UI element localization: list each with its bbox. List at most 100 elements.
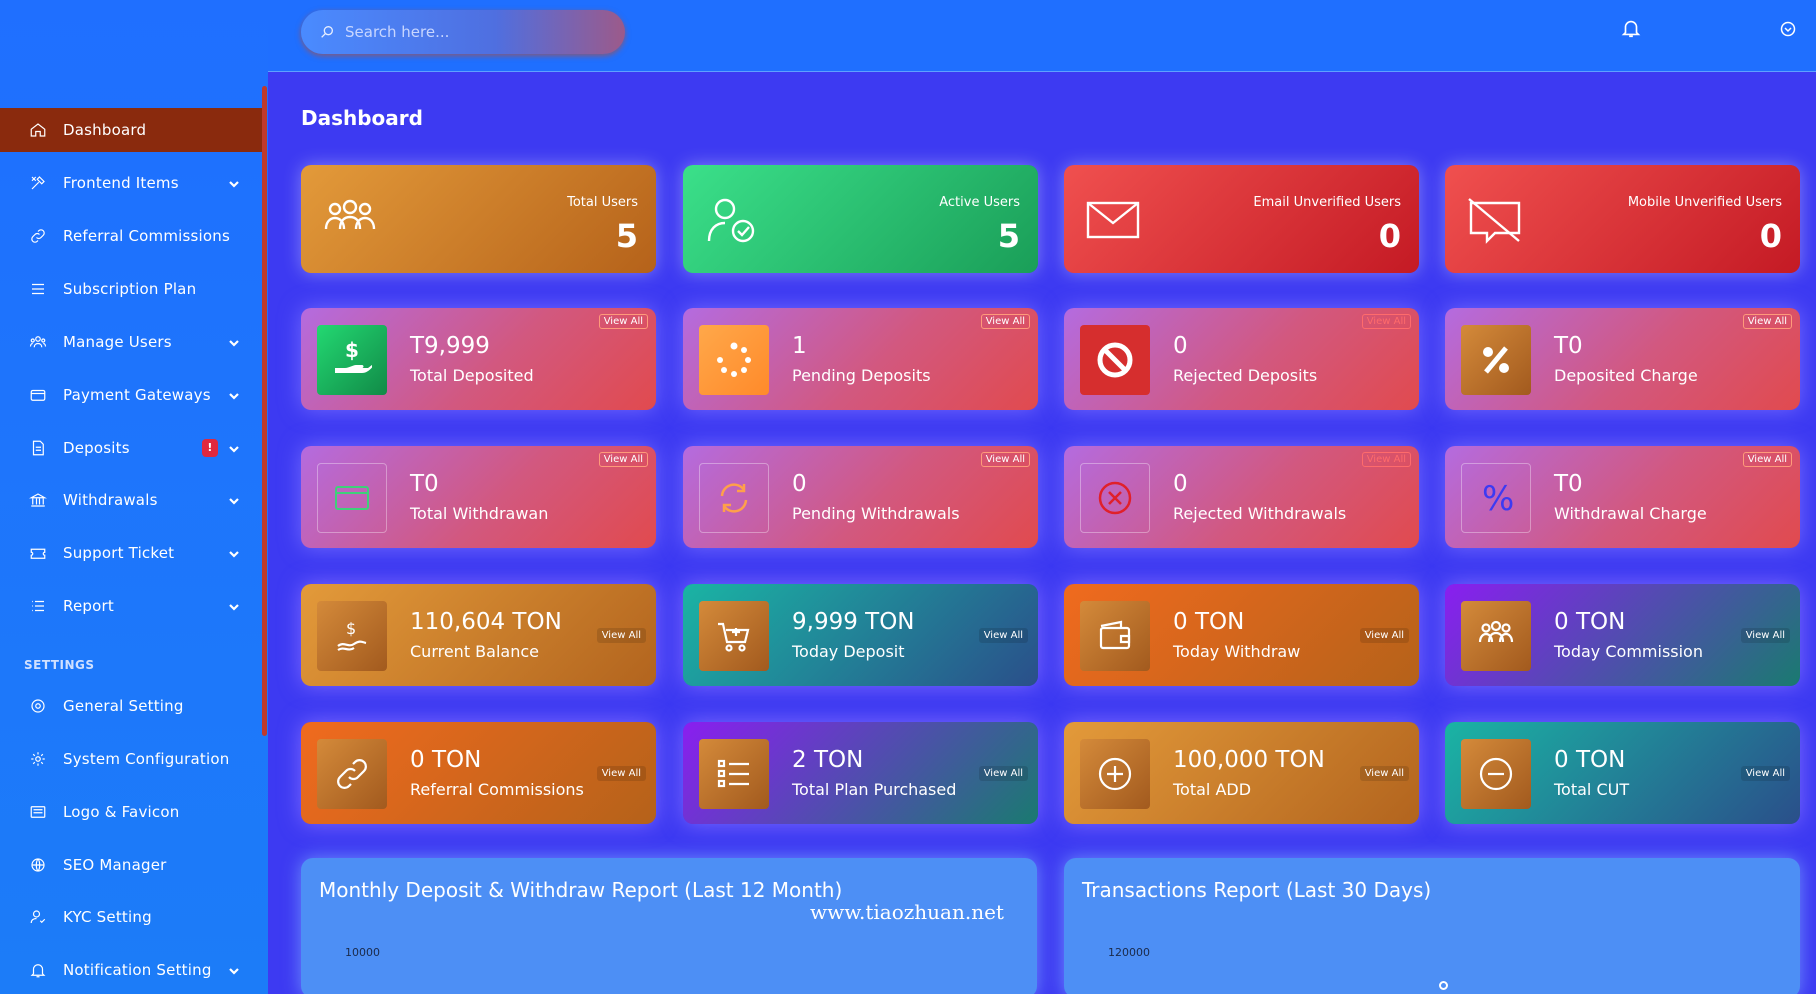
card-label: Active Users xyxy=(939,195,1020,210)
sidebar-item-subscription-plan[interactable]: Subscription Plan xyxy=(0,267,262,311)
view-all-button[interactable]: View All xyxy=(596,628,646,643)
card-label: Today Commission xyxy=(1554,642,1703,661)
total-add-card[interactable]: 100,000 TON Total ADD View All xyxy=(1064,722,1419,824)
total-users-card[interactable]: Total Users 5 xyxy=(301,165,656,273)
sidebar-item-logo-favicon[interactable]: Logo & Favicon xyxy=(0,790,262,834)
spinner-icon xyxy=(699,325,769,395)
sidebar-item-manage-users[interactable]: Manage Users xyxy=(0,320,262,364)
rejected-deposits-card[interactable]: 0 Rejected Deposits View All xyxy=(1064,308,1419,410)
link-icon xyxy=(317,739,387,809)
home-icon xyxy=(28,120,48,140)
link-icon xyxy=(28,226,48,246)
sidebar-item-label: Referral Commissions xyxy=(63,227,231,245)
card-value: T0 xyxy=(1554,333,1583,359)
today-commission-card[interactable]: 0 TON Today Commission View All xyxy=(1445,584,1800,686)
card-value: T0 xyxy=(410,471,439,497)
wallet-icon xyxy=(1080,601,1150,671)
watermark-text: www.tiaozhuan.net xyxy=(810,900,1004,924)
view-all-button[interactable]: View All xyxy=(1361,314,1411,329)
email-unverified-card[interactable]: Email Unverified Users 0 xyxy=(1064,165,1419,273)
user-menu-chevron-icon[interactable] xyxy=(1780,21,1796,37)
sidebar-item-label: Withdrawals xyxy=(63,491,158,509)
chevron-down-icon xyxy=(228,176,240,188)
search-input[interactable] xyxy=(345,23,615,41)
card-label: Rejected Deposits xyxy=(1173,366,1318,385)
view-all-button[interactable]: View All xyxy=(980,452,1030,467)
view-all-button[interactable]: View All xyxy=(1359,766,1409,781)
mobile-unverified-card[interactable]: Mobile Unverified Users 0 xyxy=(1445,165,1800,273)
sidebar-item-label: Deposits xyxy=(63,439,130,457)
view-all-button[interactable]: View All xyxy=(1361,452,1411,467)
sidebar-logo[interactable] xyxy=(0,0,268,108)
sidebar-item-label: Manage Users xyxy=(63,333,172,351)
notification-bell-icon[interactable] xyxy=(1620,16,1642,40)
view-all-button[interactable]: View All xyxy=(1740,628,1790,643)
card-value: T0 xyxy=(1554,471,1583,497)
x-circle-icon xyxy=(1080,463,1150,533)
sidebar-item-frontend-items[interactable]: Frontend Items xyxy=(0,161,262,205)
chevron-down-icon xyxy=(228,599,240,611)
users-group-icon xyxy=(1461,601,1531,671)
today-withdraw-card[interactable]: 0 TON Today Withdraw View All xyxy=(1064,584,1419,686)
sidebar-item-dashboard[interactable]: Dashboard xyxy=(0,108,262,152)
total-withdrawn-card[interactable]: T0 Total Withdrawan View All xyxy=(301,446,656,548)
sidebar-item-seo-manager[interactable]: SEO Manager xyxy=(0,843,262,887)
sidebar-item-withdrawals[interactable]: Withdrawals xyxy=(0,478,262,522)
card-value: 2 TON xyxy=(792,747,864,773)
refresh-icon xyxy=(699,463,769,533)
sidebar-item-referral-commissions[interactable]: Referral Commissions xyxy=(0,214,262,258)
chevron-down-icon xyxy=(228,388,240,400)
percent-icon: % xyxy=(1461,463,1531,533)
card-value: T9,999 xyxy=(410,333,490,359)
withdrawal-charge-card[interactable]: % T0 Withdrawal Charge View All xyxy=(1445,446,1800,548)
card-value: 1 xyxy=(792,333,807,359)
chart-title: Monthly Deposit & Withdraw Report (Last … xyxy=(319,878,843,902)
page-title: Dashboard xyxy=(301,106,423,130)
sidebar-item-system-configuration[interactable]: System Configuration xyxy=(0,737,262,781)
view-all-button[interactable]: View All xyxy=(596,766,646,781)
sidebar-item-general-setting[interactable]: General Setting xyxy=(0,684,262,728)
active-users-card[interactable]: Active Users 5 xyxy=(683,165,1038,273)
sidebar-item-payment-gateways[interactable]: Payment Gateways xyxy=(0,373,262,417)
hand-dollar-icon: $ xyxy=(317,325,387,395)
card-label: Today Deposit xyxy=(792,642,905,661)
chevron-down-icon xyxy=(228,546,240,558)
sidebar-item-label: KYC Setting xyxy=(63,908,152,926)
total-cut-card[interactable]: 0 TON Total CUT View All xyxy=(1445,722,1800,824)
rejected-withdrawals-card[interactable]: 0 Rejected Withdrawals View All xyxy=(1064,446,1419,548)
view-all-button[interactable]: View All xyxy=(598,452,648,467)
referral-commissions-card[interactable]: 0 TON Referral Commissions View All xyxy=(301,722,656,824)
today-deposit-card[interactable]: 9,999 TON Today Deposit View All xyxy=(683,584,1038,686)
view-all-button[interactable]: View All xyxy=(1740,766,1790,781)
view-all-button[interactable]: View All xyxy=(978,766,1028,781)
user-check-icon xyxy=(28,907,48,927)
svg-text:$: $ xyxy=(346,619,356,638)
card-label: Total Users xyxy=(567,195,638,210)
sidebar-item-label: Frontend Items xyxy=(63,174,179,192)
sidebar-item-support-ticket[interactable]: Support Ticket xyxy=(0,531,262,575)
sidebar-scrollbar[interactable] xyxy=(262,86,267,736)
plus-circle-icon xyxy=(1080,739,1150,809)
view-all-button[interactable]: View All xyxy=(1742,314,1792,329)
list-ul-icon xyxy=(28,596,48,616)
deposited-charge-card[interactable]: T0 Deposited Charge View All xyxy=(1445,308,1800,410)
sidebar-item-report[interactable]: Report xyxy=(0,584,262,628)
view-all-button[interactable]: View All xyxy=(1742,452,1792,467)
current-balance-card[interactable]: $ 110,604 TON Current Balance View All xyxy=(301,584,656,686)
pending-withdrawals-card[interactable]: 0 Pending Withdrawals View All xyxy=(683,446,1038,548)
minus-circle-icon xyxy=(1461,739,1531,809)
view-all-button[interactable]: View All xyxy=(980,314,1030,329)
sidebar-item-kyc-setting[interactable]: KYC Setting xyxy=(0,895,262,939)
view-all-button[interactable]: View All xyxy=(1359,628,1409,643)
sidebar-item-deposits[interactable]: Deposits ! xyxy=(0,426,262,470)
percent-icon xyxy=(1461,325,1531,395)
envelope-icon xyxy=(1084,195,1142,245)
total-plan-purchased-card[interactable]: 2 TON Total Plan Purchased View All xyxy=(683,722,1038,824)
total-deposited-card[interactable]: $ T9,999 Total Deposited View All xyxy=(301,308,656,410)
chevron-down-icon xyxy=(228,493,240,505)
sidebar-item-notification-setting[interactable]: Notification Setting xyxy=(0,948,262,992)
view-all-button[interactable]: View All xyxy=(598,314,648,329)
pending-deposits-card[interactable]: 1 Pending Deposits View All xyxy=(683,308,1038,410)
search-box[interactable] xyxy=(301,10,625,54)
view-all-button[interactable]: View All xyxy=(978,628,1028,643)
